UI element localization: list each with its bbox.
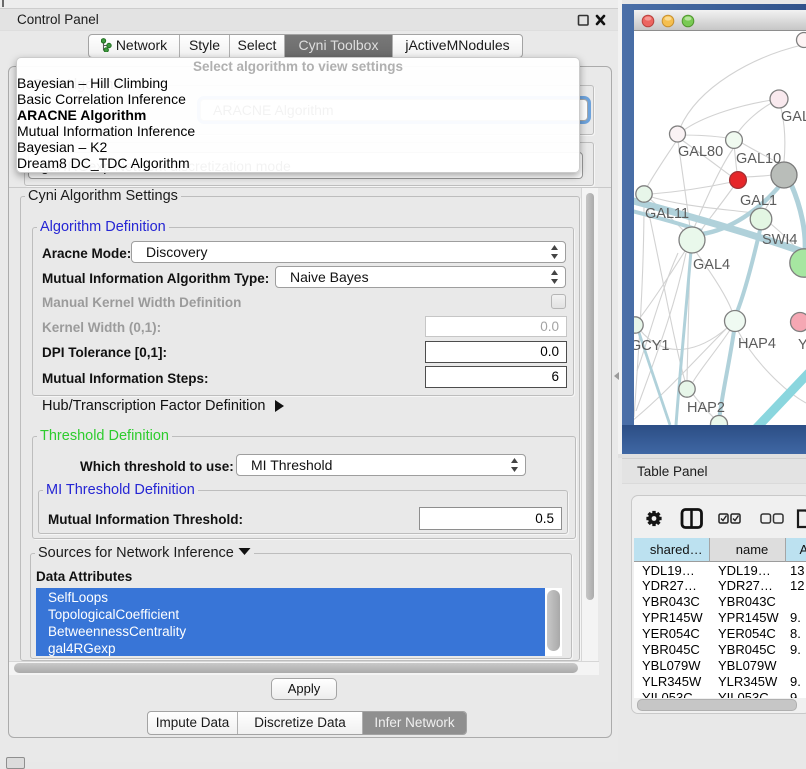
svg-text:GAL7: GAL7 bbox=[781, 109, 806, 125]
svg-text:HAP2: HAP2 bbox=[687, 400, 725, 416]
svg-text:GAL80: GAL80 bbox=[678, 144, 723, 160]
svg-text:GAL1: GAL1 bbox=[740, 193, 777, 209]
svg-text:GCY1: GCY1 bbox=[634, 338, 670, 354]
svg-text:SWI4: SWI4 bbox=[762, 232, 797, 248]
svg-text:GAL10: GAL10 bbox=[736, 151, 781, 167]
svg-text:HAP4: HAP4 bbox=[738, 336, 776, 352]
svg-text:GAL11: GAL11 bbox=[645, 206, 689, 222]
svg-text:GAL4: GAL4 bbox=[693, 257, 730, 273]
svg-text:Y: Y bbox=[798, 337, 806, 353]
